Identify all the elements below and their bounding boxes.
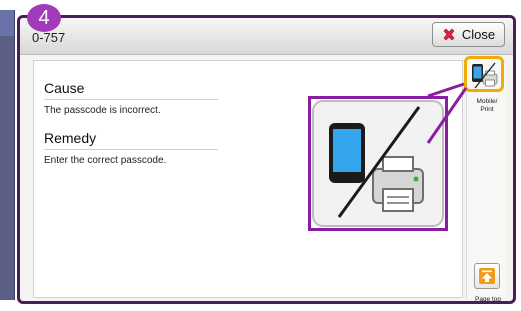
cause-text: The passcode is incorrect. [44,105,161,116]
error-code: 0-757 [32,30,66,45]
dialog-titlebar: 0-757 Close [20,18,513,55]
mobile-print-label: Mobile/ Print [468,98,506,114]
close-icon [443,28,455,40]
remedy-section: Remedy Enter the correct passcode. [44,130,218,166]
zoomed-mobile-print-callout [308,96,448,231]
page-top-label: Page top [474,296,502,303]
remedy-heading: Remedy [44,130,218,150]
mobile-print-button[interactable] [464,56,504,92]
close-button[interactable]: Close [432,22,505,47]
cause-heading: Cause [44,80,218,100]
zoomed-mobile-print-icon [312,100,444,227]
background-window-edge [0,10,15,300]
step-number-badge: 4 [27,4,61,32]
mobile-print-icon [472,62,498,89]
mobile-print-label-line2: Print [480,106,494,113]
error-dialog: 0-757 Close Cause The passcode is incorr… [17,15,516,304]
remedy-text: Enter the correct passcode. [44,155,167,166]
background-window-strip [0,10,14,36]
close-button-label: Close [461,27,496,42]
cause-section: Cause The passcode is incorrect. [44,80,218,116]
mobile-print-label-line1: Mobile/ [476,98,498,105]
page-top-button[interactable] [474,263,500,289]
page-top-icon [479,268,495,284]
